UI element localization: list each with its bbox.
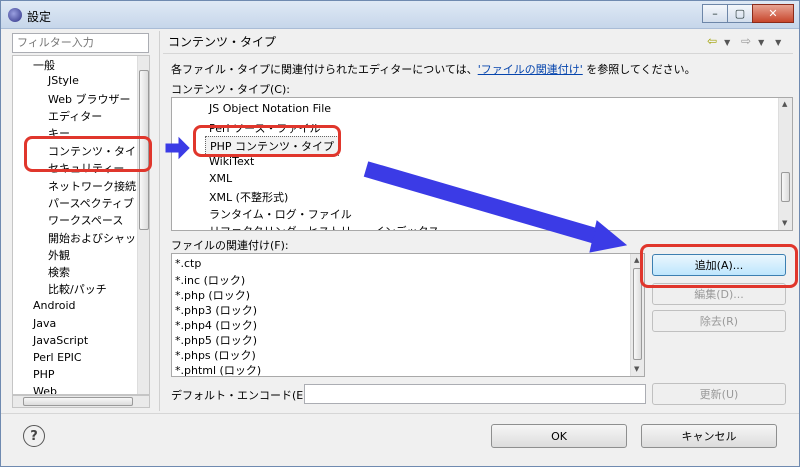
file-association-item[interactable]: *.php (ロック) xyxy=(175,287,250,303)
eclipse-icon xyxy=(8,8,22,22)
description-text: 各ファイル・タイプに関連付けられたエディターについては、'ファイルの関連付け' … xyxy=(171,61,696,77)
history-navigation: ⇦ ▼ ⇨ ▼ ▼ xyxy=(707,34,788,48)
file-association-item[interactable]: *.php3 (ロック) xyxy=(175,302,257,318)
file-association-item[interactable]: *.phtml (ロック) xyxy=(175,362,261,376)
close-button[interactable]: ✕ xyxy=(752,4,794,23)
description-prefix: 各ファイル・タイプに関連付けられたエディターについては、 xyxy=(171,63,478,76)
default-encoding-label: デフォルト・エンコード(E): xyxy=(171,389,312,402)
file-associations-list[interactable]: *.ctp *.inc (ロック) *.php (ロック) *.php3 (ロッ… xyxy=(171,253,645,377)
tree-item-javascript[interactable]: JavaScript xyxy=(33,334,88,347)
tree-item-web[interactable]: Web xyxy=(33,385,57,394)
content-types-scrollbar[interactable]: ▲ ▼ xyxy=(778,98,792,230)
content-types-label: コンテンツ・タイプ(C): xyxy=(171,83,290,96)
file-associations-label: ファイルの関連付け(F): xyxy=(171,239,289,252)
ok-button[interactable]: OK xyxy=(491,424,627,448)
file-association-item[interactable]: *.php5 (ロック) xyxy=(175,332,257,348)
tree-vertical-scrollbar[interactable] xyxy=(137,56,149,394)
annotation-highlight-tree xyxy=(24,136,152,172)
tree-item-network[interactable]: ネットワーク接続 xyxy=(48,178,136,194)
scroll-up-icon[interactable]: ▲ xyxy=(782,100,787,108)
content-types-list[interactable]: JS Object Notation File Perl ソース・ファイル PH… xyxy=(171,97,793,231)
file-associations-link[interactable]: 'ファイルの関連付け' xyxy=(478,63,583,76)
tree-hscroll-thumb[interactable] xyxy=(23,397,133,406)
tree-item-perl-epic[interactable]: Perl EPIC xyxy=(33,351,82,364)
window-title: 設定 xyxy=(27,10,52,24)
annotation-highlight-content-type xyxy=(193,125,341,157)
filter-input[interactable] xyxy=(12,33,149,53)
file-association-item[interactable]: *.inc (ロック) xyxy=(175,272,245,288)
tree-item-appearance[interactable]: 外観 xyxy=(48,247,70,263)
title-bar: 設定 – ▢ ✕ xyxy=(1,1,799,29)
description-suffix: を参照してください。 xyxy=(582,63,696,76)
content-type-item[interactable]: XML xyxy=(209,172,232,185)
window-controls: – ▢ ✕ xyxy=(702,4,794,23)
scroll-down-icon[interactable]: ▼ xyxy=(782,219,787,227)
scroll-down-icon[interactable]: ▼ xyxy=(634,365,639,373)
content-type-item[interactable]: リファクタリング・ヒストリー・インデックス xyxy=(209,223,439,230)
cancel-button[interactable]: キャンセル xyxy=(641,424,777,448)
back-arrow-icon[interactable]: ⇦ xyxy=(707,34,717,48)
tree-item-java[interactable]: Java xyxy=(33,317,56,330)
update-button[interactable]: 更新(U) xyxy=(652,383,786,405)
content-types-scroll-thumb[interactable] xyxy=(781,172,790,202)
back-menu-chevron-icon[interactable]: ▼ xyxy=(724,38,730,47)
forward-menu-chevron-icon[interactable]: ▼ xyxy=(758,38,764,47)
tree-item-workspace[interactable]: ワークスペース xyxy=(48,212,123,228)
tree-item-general[interactable]: 一般 xyxy=(33,57,55,73)
file-association-item[interactable]: *.ctp xyxy=(175,257,201,270)
annotation-highlight-add xyxy=(640,244,798,288)
view-menu-icon[interactable]: ▼ xyxy=(775,38,781,47)
page-title: コンテンツ・タイプ xyxy=(168,35,277,49)
tree-item-android[interactable]: Android xyxy=(33,299,76,312)
minimize-button[interactable]: – xyxy=(702,4,728,23)
tree-horizontal-scrollbar[interactable] xyxy=(12,395,150,408)
content-type-item[interactable]: JS Object Notation File xyxy=(209,102,331,115)
tree-item-editor[interactable]: エディター xyxy=(48,108,102,124)
tree-item-jstyle[interactable]: JStyle xyxy=(48,74,79,87)
file-association-item[interactable]: *.php4 (ロック) xyxy=(175,317,257,333)
tree-item-search[interactable]: 検索 xyxy=(48,264,70,280)
scroll-up-icon[interactable]: ▲ xyxy=(634,256,639,264)
tree-item-php[interactable]: PHP xyxy=(33,368,55,381)
header-separator xyxy=(163,53,793,54)
tree-item-compare-patch[interactable]: 比較/パッチ xyxy=(48,281,107,297)
tree-item-startup-shutdown[interactable]: 開始およびシャット xyxy=(48,230,147,246)
content-type-item[interactable]: XML (不整形式) xyxy=(209,189,288,205)
tree-item-perspectives[interactable]: パースペクティブ xyxy=(48,195,134,211)
default-encoding-input[interactable] xyxy=(304,384,646,404)
preference-tree[interactable]: 一般 JStyle Web ブラウザー エディター キー コンテンツ・タイプ セ… xyxy=(12,55,150,395)
help-icon[interactable]: ? xyxy=(23,425,45,447)
footer-separator xyxy=(1,413,799,414)
tree-item-web-browser[interactable]: Web ブラウザー xyxy=(48,91,130,107)
pane-divider[interactable] xyxy=(159,31,160,411)
preferences-window: 設定 – ▢ ✕ 一般 JStyle Web ブラウザー エディター キー コン… xyxy=(0,0,800,467)
forward-arrow-icon[interactable]: ⇨ xyxy=(741,34,751,48)
file-association-item[interactable]: *.phps (ロック) xyxy=(175,347,256,363)
remove-button[interactable]: 除去(R) xyxy=(652,310,786,332)
maximize-button[interactable]: ▢ xyxy=(727,4,753,23)
content-type-item[interactable]: ランタイム・ログ・ファイル xyxy=(209,206,352,222)
